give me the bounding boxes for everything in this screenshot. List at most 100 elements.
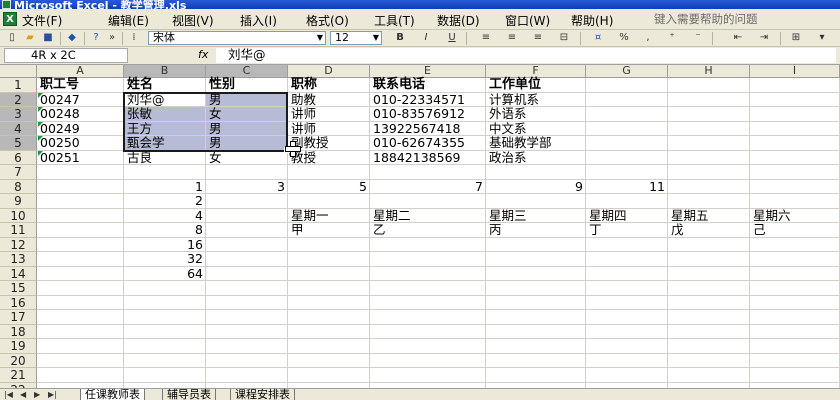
cell-a2[interactable]: 00247 xyxy=(37,92,124,108)
fx-icon[interactable]: fx xyxy=(198,48,208,61)
cell-f1[interactable]: 工作单位 xyxy=(486,77,586,93)
cell-f10[interactable]: 星期三 xyxy=(486,208,586,224)
cell-f4[interactable]: 中文系 xyxy=(486,121,586,137)
cell-c1[interactable]: 性别 xyxy=(206,77,288,93)
cell-b11[interactable]: 8 xyxy=(124,222,206,238)
cell-f8[interactable]: 9 xyxy=(486,179,586,195)
cell-d10[interactable]: 星期一 xyxy=(288,208,370,224)
cell-b9[interactable]: 2 xyxy=(124,193,206,209)
cell-b6[interactable]: 古良 xyxy=(124,150,206,166)
cell-g10[interactable]: 星期四 xyxy=(586,208,668,224)
row-header-14[interactable]: 14 xyxy=(0,266,37,281)
row-header-4[interactable]: 4 xyxy=(0,121,37,136)
cell-g11[interactable]: 丁 xyxy=(586,222,668,238)
cell-c8[interactable]: 3 xyxy=(206,179,288,195)
row-header-8[interactable]: 8 xyxy=(0,179,37,194)
row-header-15[interactable]: 15 xyxy=(0,281,37,296)
error-indicator-icon[interactable] xyxy=(38,107,43,112)
cell-b12[interactable]: 16 xyxy=(124,237,206,253)
menu-insert[interactable]: 插入(I) xyxy=(240,12,277,29)
row-header-3[interactable]: 3 xyxy=(0,107,37,122)
cell-e11[interactable]: 乙 xyxy=(370,222,486,238)
prev-sheet-icon[interactable]: ◀ xyxy=(20,389,26,400)
first-sheet-icon[interactable]: |◀ xyxy=(4,389,13,400)
row-header-7[interactable]: 7 xyxy=(0,165,37,180)
row-header-16[interactable]: 16 xyxy=(0,295,37,310)
cell-d1[interactable]: 职称 xyxy=(288,77,370,93)
cell-g8[interactable]: 11 xyxy=(586,179,668,195)
merge-center-icon[interactable]: ⊟ xyxy=(556,31,572,45)
workbook-icon[interactable]: X xyxy=(3,12,17,26)
increase-decimal-icon[interactable]: ⁺ xyxy=(664,31,680,45)
cell-e5[interactable]: 010-62674355 xyxy=(370,135,486,151)
column-header-i[interactable]: I xyxy=(750,65,840,78)
help-search-input[interactable]: 键入需要帮助的问题 xyxy=(650,11,800,27)
align-right-icon[interactable]: ≡ xyxy=(530,31,546,45)
cell-b10[interactable]: 4 xyxy=(124,208,206,224)
cell-f6[interactable]: 政治系 xyxy=(486,150,586,166)
cell-b1[interactable]: 姓名 xyxy=(124,77,206,93)
error-indicator-icon[interactable] xyxy=(38,121,43,127)
help-icon[interactable]: ? xyxy=(88,31,104,45)
permission-icon[interactable]: ◆ xyxy=(64,31,80,45)
cell-d4[interactable]: 讲师 xyxy=(288,121,370,137)
open-icon[interactable]: ▰ xyxy=(22,31,38,45)
next-sheet-icon[interactable]: ▶ xyxy=(34,389,40,400)
cell-f3[interactable]: 外语系 xyxy=(486,106,586,122)
align-left-icon[interactable]: ≡ xyxy=(478,31,494,45)
cell-e1[interactable]: 联系电话 xyxy=(370,77,486,93)
cell-e3[interactable]: 010-83576912 xyxy=(370,106,486,122)
cell-a5[interactable]: 00250 xyxy=(37,135,124,151)
cell-i10[interactable]: 星期六 xyxy=(750,208,840,224)
menu-window[interactable]: 窗口(W) xyxy=(505,12,550,29)
row-header-12[interactable]: 12 xyxy=(0,237,37,252)
menu-file[interactable]: 文件(F) xyxy=(22,12,62,29)
new-icon[interactable]: ▯ xyxy=(4,31,20,45)
menu-help[interactable]: 帮助(H) xyxy=(571,12,613,29)
error-indicator-icon[interactable] xyxy=(38,136,43,141)
cell-c6[interactable]: 女 xyxy=(206,150,288,166)
cell-e10[interactable]: 星期二 xyxy=(370,208,486,224)
cell-b13[interactable]: 32 xyxy=(124,251,206,267)
font-name-select[interactable]: 宋体 ▼ xyxy=(148,31,326,45)
cell-e4[interactable]: 13922567418 xyxy=(370,121,486,137)
cell-f2[interactable]: 计算机系 xyxy=(486,92,586,108)
font-size-select[interactable]: 12 ▼ xyxy=(330,31,382,45)
sheet-tab-teachers[interactable]: 任课教师表 xyxy=(80,389,145,400)
sheet-tab-counselors[interactable]: 辅导员表 xyxy=(162,389,216,400)
increase-indent-icon[interactable]: ⇥ xyxy=(756,31,772,45)
row-header-1[interactable]: 1 xyxy=(0,78,37,93)
borders-icon[interactable]: ⊞ xyxy=(788,31,804,45)
row-header-5[interactable]: 5 xyxy=(0,136,37,151)
currency-icon[interactable]: ¤ xyxy=(590,31,606,45)
cell-b8[interactable]: 1 xyxy=(124,179,206,195)
error-indicator-icon[interactable] xyxy=(38,92,43,98)
fill-color-icon[interactable]: ▾ xyxy=(814,31,830,45)
row-header-17[interactable]: 17 xyxy=(0,310,37,325)
row-header-9[interactable]: 9 xyxy=(0,194,37,209)
cell-f5[interactable]: 基础教学部 xyxy=(486,135,586,151)
cell-e8[interactable]: 7 xyxy=(370,179,486,195)
cell-d6[interactable]: 教授 xyxy=(288,150,370,166)
error-indicator-icon[interactable] xyxy=(38,150,43,156)
cell-b14[interactable]: 64 xyxy=(124,266,206,282)
cell-i11[interactable]: 己 xyxy=(750,222,840,238)
cell-d2[interactable]: 助教 xyxy=(288,92,370,108)
cell-a6[interactable]: 00251 xyxy=(37,150,124,166)
cell-a4[interactable]: 00249 xyxy=(37,121,124,137)
decrease-decimal-icon[interactable]: ⁻ xyxy=(690,31,706,45)
cell-e6[interactable]: 18842138569 xyxy=(370,150,486,166)
decrease-indent-icon[interactable]: ⇤ xyxy=(730,31,746,45)
cell-a3[interactable]: 00248 xyxy=(37,106,124,122)
menu-tools[interactable]: 工具(T) xyxy=(374,12,415,29)
cell-d3[interactable]: 讲师 xyxy=(288,106,370,122)
name-box[interactable]: 4R x 2C xyxy=(4,48,128,63)
row-header-6[interactable]: 6 xyxy=(0,150,37,165)
last-sheet-icon[interactable]: ▶| xyxy=(48,389,57,400)
worksheet-grid[interactable]: A B C D E F G H I 1 2 3 4 5 6 7 8 9 10 11 12 13 14 15 16 17 18 19 20… xyxy=(0,65,840,388)
cell-a1[interactable]: 职工号 xyxy=(37,77,124,93)
cell-d11[interactable]: 甲 xyxy=(288,222,370,238)
percent-button[interactable]: % xyxy=(616,31,632,45)
row-header-20[interactable]: 20 xyxy=(0,353,37,368)
row-header-18[interactable]: 18 xyxy=(0,324,37,339)
